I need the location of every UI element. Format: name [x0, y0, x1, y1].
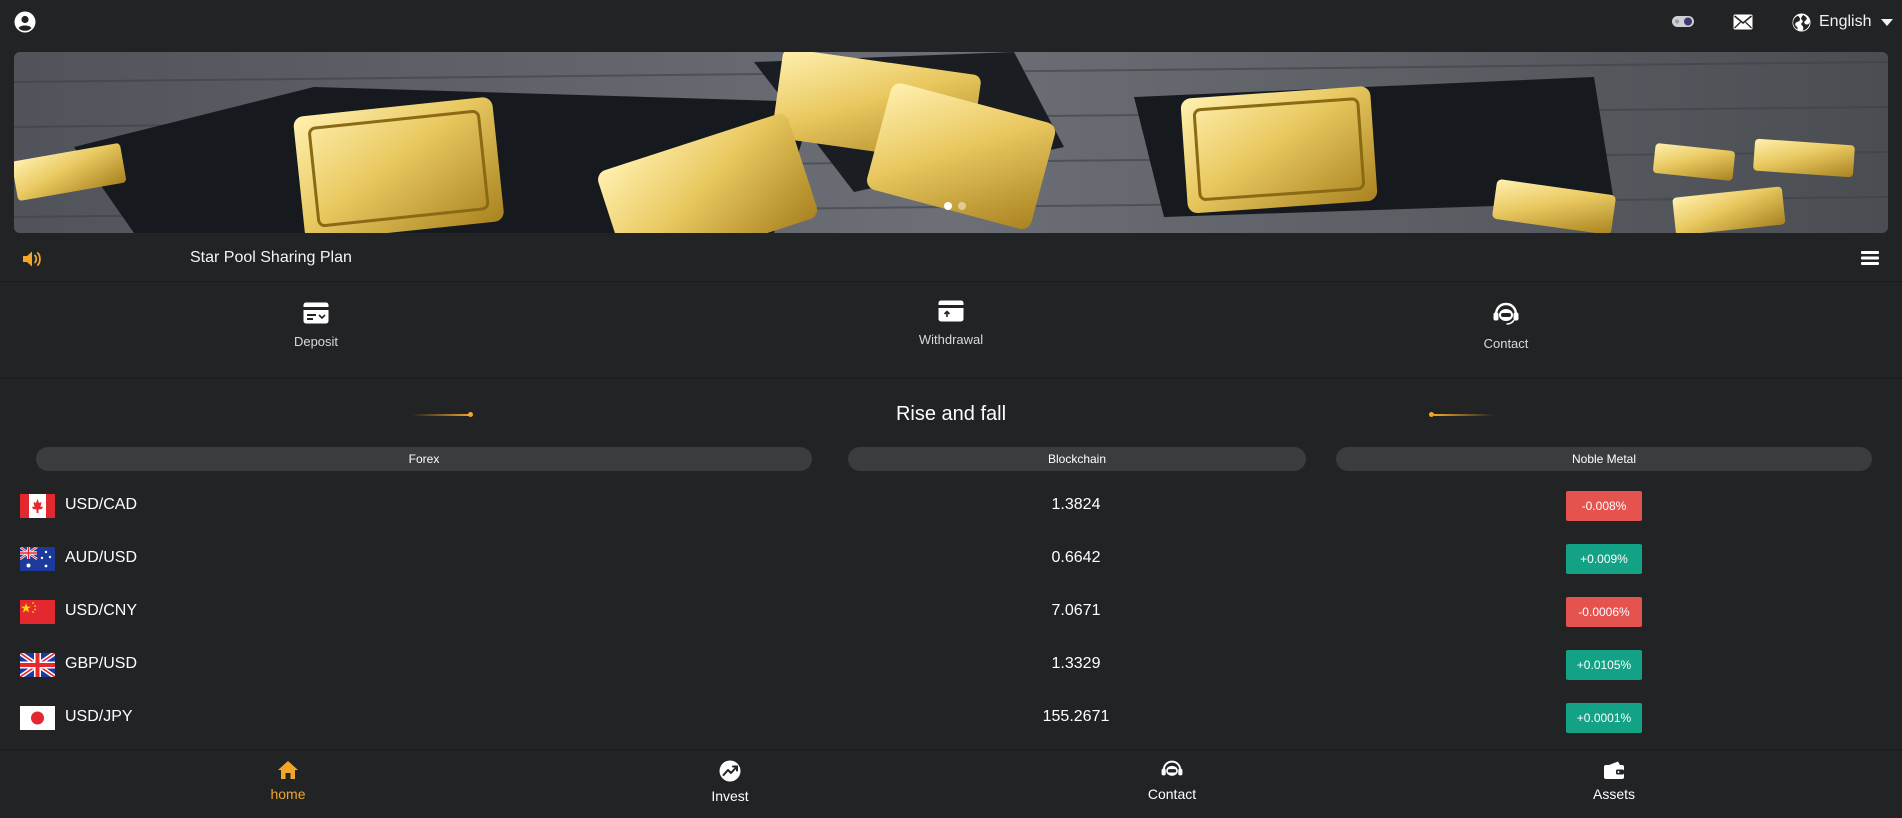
- change-badge: +0.0001%: [1566, 703, 1642, 733]
- tab-forex[interactable]: Forex: [36, 447, 812, 471]
- language-selector[interactable]: English: [1792, 11, 1894, 33]
- change-badge: -0.0006%: [1566, 597, 1642, 627]
- quick-actions: Deposit Withdrawal Contact: [0, 281, 1902, 379]
- top-bar: English: [0, 0, 1902, 44]
- market-row[interactable]: USD/CAD 1.3824 -0.008%: [0, 481, 1902, 534]
- market-row[interactable]: GBP/USD 1.3329 +0.0105%: [0, 640, 1902, 693]
- theme-toggle-icon[interactable]: [1672, 16, 1694, 27]
- carousel-dot[interactable]: [944, 202, 952, 210]
- nav-assets-label: Assets: [1592, 786, 1635, 802]
- pair-price: 1.3329: [1051, 655, 1101, 672]
- pair-price: 155.2671: [1042, 708, 1110, 725]
- pair-price: 7.0671: [1051, 602, 1101, 619]
- withdrawal-card-icon: [938, 300, 964, 322]
- tab-blockchain[interactable]: Blockchain: [848, 447, 1306, 471]
- pair-name: USD/JPY: [65, 708, 133, 725]
- uk-flag-icon: [20, 653, 55, 677]
- canada-flag-icon: [20, 494, 55, 518]
- nav-invest[interactable]: Invest: [660, 760, 800, 804]
- headset-icon: [1493, 302, 1519, 325]
- chevron-down-icon: [1881, 18, 1894, 26]
- japan-flag-icon: [20, 706, 55, 730]
- market-row[interactable]: AUD/USD 0.6642 +0.009%: [0, 534, 1902, 587]
- menu-icon[interactable]: [1861, 250, 1879, 266]
- section-title: Rise and fall: [895, 403, 1007, 425]
- pair-name: USD/CNY: [65, 602, 138, 619]
- pair-price: 0.6642: [1051, 549, 1101, 566]
- pair-name: GBP/USD: [65, 655, 138, 672]
- bottom-navigation: home Invest Contact Assets: [0, 749, 1902, 818]
- language-label: English: [1819, 13, 1872, 30]
- user-icon[interactable]: [14, 11, 36, 33]
- change-badge: -0.008%: [1566, 491, 1642, 521]
- nav-assets[interactable]: Assets: [1544, 760, 1684, 802]
- notice-text[interactable]: Star Pool Sharing Plan: [190, 249, 352, 267]
- withdrawal-label: Withdrawal: [918, 332, 984, 347]
- globe-icon: [1792, 12, 1811, 32]
- carousel-dots: [944, 202, 966, 210]
- headset-icon: [1161, 760, 1183, 776]
- nav-home[interactable]: home: [218, 760, 358, 802]
- market-row[interactable]: USD/JPY 155.2671 +0.0001%: [0, 693, 1902, 746]
- nav-home-label: home: [270, 786, 306, 802]
- pair-name: AUD/USD: [65, 549, 138, 566]
- tab-noble-metal[interactable]: Noble Metal: [1336, 447, 1872, 471]
- deposit-button[interactable]: Deposit: [246, 302, 386, 349]
- mail-icon[interactable]: [1733, 14, 1753, 30]
- notice-bar: Star Pool Sharing Plan: [0, 240, 1902, 280]
- market-row[interactable]: USD/CNY 7.0671 -0.0006%: [0, 587, 1902, 640]
- nav-contact[interactable]: Contact: [1102, 760, 1242, 802]
- trend-icon: [719, 760, 741, 782]
- title-decoration-right: [1434, 414, 1494, 416]
- speaker-icon: [23, 251, 41, 267]
- pair-name: USD/CAD: [65, 496, 138, 513]
- china-flag-icon: [20, 600, 55, 624]
- home-icon: [278, 761, 298, 779]
- nav-invest-label: Invest: [711, 788, 749, 804]
- hero-banner[interactable]: [14, 52, 1888, 233]
- wallet-icon: [1604, 761, 1624, 779]
- contact-action-label: Contact: [1483, 336, 1529, 351]
- deposit-card-icon: [303, 302, 329, 324]
- deposit-label: Deposit: [293, 334, 339, 349]
- pair-price: 1.3824: [1051, 496, 1101, 513]
- withdrawal-button[interactable]: Withdrawal: [881, 300, 1021, 347]
- nav-contact-label: Contact: [1147, 786, 1197, 802]
- change-badge: +0.0105%: [1566, 650, 1642, 680]
- australia-flag-icon: [20, 547, 55, 571]
- change-badge: +0.009%: [1566, 544, 1642, 574]
- contact-action-button[interactable]: Contact: [1436, 302, 1576, 351]
- carousel-dot[interactable]: [958, 202, 966, 210]
